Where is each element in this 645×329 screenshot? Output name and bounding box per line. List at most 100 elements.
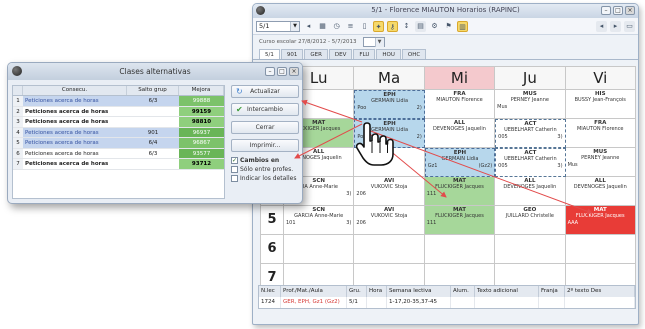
pin-icon[interactable]: ↕: [401, 21, 412, 32]
clock-icon[interactable]: ◷: [331, 21, 342, 32]
settings-icon[interactable]: ⚙: [429, 21, 440, 32]
table-row[interactable]: 4 Peticiones acerca de horas 901 96937: [13, 127, 224, 138]
lesson-cell[interactable]: [354, 235, 425, 264]
lesson-cell[interactable]: FRA MIAUTON Florence: [565, 119, 636, 148]
close-button[interactable]: ×: [289, 67, 299, 76]
lesson-cell[interactable]: AVI VUKOVIC Stoja 206: [354, 206, 425, 235]
swap-button[interactable]: ✔ Intercambio: [231, 103, 299, 116]
class-select[interactable]: 5/1 ▼: [256, 20, 300, 32]
lesson-cell[interactable]: EPH GERMAIN Lidia Poo 2): [354, 90, 425, 119]
key-icon[interactable]: ⚷: [387, 20, 398, 32]
grid-icon[interactable]: ▦: [317, 21, 328, 32]
table-row[interactable]: 2 Peticiones acerca de horas 99159: [13, 106, 224, 117]
detail-cell: 5/1: [347, 297, 367, 308]
tab-hou[interactable]: HOU: [376, 49, 401, 59]
lesson-cell[interactable]: ACT UEBELHART Catherin 005 3): [495, 148, 566, 177]
maximize-button[interactable]: □: [613, 6, 623, 15]
tab-5-1[interactable]: 5/1: [259, 49, 280, 59]
lesson-cell[interactable]: ALL DEVENOGES Jaquelin: [424, 119, 496, 148]
wand-icon[interactable]: ✦: [373, 20, 384, 32]
lesson-cell[interactable]: FRA MIAUTON Florence: [424, 90, 496, 119]
checkbox-unchecked[interactable]: [231, 175, 238, 182]
lesson-cell[interactable]: MAT FLUCKIGER Jacques 111: [424, 177, 496, 206]
lesson-cell[interactable]: MAT FLUCKIGER Jacques AAA: [565, 206, 636, 235]
minimize-button[interactable]: –: [265, 67, 275, 76]
tab-dev[interactable]: DEV: [328, 49, 353, 59]
detail-col-header[interactable]: 2º texto Des: [565, 286, 635, 297]
table-row[interactable]: 1724 GER, EPH, Gz1 (Gz2) 5/1 1-17,20-35,…: [259, 297, 635, 308]
lesson-cell[interactable]: MUS PERNEY Jeanne Mus: [565, 148, 636, 177]
checkbox-checked[interactable]: ✓: [231, 157, 238, 164]
day-header[interactable]: Ju: [495, 66, 566, 90]
detail-cell: [367, 297, 387, 308]
table-row[interactable]: 5 Peticiones acerca de horas 6/4 96867: [13, 138, 224, 149]
tab-flu[interactable]: FLU: [353, 49, 376, 59]
details-checkbox[interactable]: Indicar los detalles: [231, 175, 299, 182]
lesson-teacher: FLUCKIGER Jacques: [435, 184, 484, 191]
table-row[interactable]: 3 Peticiones acerca de horas 98810: [13, 117, 224, 128]
detail-col-header[interactable]: Semana lectiva: [387, 286, 451, 297]
lesson-cell[interactable]: GEO JUILLARD Christelle: [495, 206, 566, 235]
lesson-note: (Gz2): [478, 162, 493, 169]
classes-icon[interactable]: ▥: [457, 20, 468, 32]
print-button[interactable]: Imprimir...: [231, 139, 299, 152]
day-header-selected[interactable]: Mi: [424, 66, 496, 90]
refresh-button[interactable]: ↻ Actualizar: [231, 85, 299, 98]
tab-ger[interactable]: GER: [304, 49, 328, 59]
day-header[interactable]: Vi: [565, 66, 636, 90]
row-number: 5: [13, 138, 23, 148]
table-row[interactable]: 1 Peticiones acerca de horas 6/3 99888: [13, 96, 224, 107]
changes-checkbox[interactable]: ✓ Cambios en: [231, 157, 299, 164]
detail-col-header[interactable]: Alum.: [451, 286, 475, 297]
prev-icon[interactable]: ◂: [303, 21, 314, 32]
mejora-cell: 93577: [179, 148, 224, 158]
lesson-cell[interactable]: [284, 235, 355, 264]
maximize-button[interactable]: □: [277, 67, 287, 76]
detail-col-header[interactable]: Texto adicional: [475, 286, 539, 297]
detail-col-header[interactable]: Prof./Mat./Aula: [281, 286, 347, 297]
detail-col-header[interactable]: N.lec: [259, 286, 281, 297]
detail-col-header[interactable]: Hora: [367, 286, 387, 297]
lesson-cell[interactable]: [495, 235, 566, 264]
day-header[interactable]: Ma: [354, 66, 425, 90]
lesson-cell[interactable]: EPH GERMAIN Lidia Gz1 (Gz2): [424, 148, 496, 177]
salto-cell: [127, 159, 179, 169]
minimize-button[interactable]: –: [601, 6, 611, 15]
back-icon[interactable]: ◂: [596, 20, 607, 32]
tab-ohc[interactable]: OHC: [401, 49, 427, 59]
main-window-title: 5/1 - Florence MIAUTON Horarios (RAPINC): [371, 6, 520, 14]
close-dialog-button[interactable]: Cerrar: [231, 121, 299, 134]
detail-col-header[interactable]: Franja: [539, 286, 565, 297]
lesson-cell[interactable]: [565, 235, 636, 264]
table-row[interactable]: 7 Peticiones acerca de horas 93712: [13, 159, 224, 170]
close-button[interactable]: ×: [625, 6, 635, 15]
teachers-only-checkbox[interactable]: Sólo entre profes.: [231, 166, 299, 173]
lesson-teacher: DEVENOGES Jaquelin: [503, 184, 557, 191]
lesson-cell[interactable]: ALL DEVENOGES Jaquelin: [565, 177, 636, 206]
forward-icon[interactable]: ▸: [610, 20, 621, 32]
lesson-cell[interactable]: MAT FLUCKIGER Jacques 111: [424, 206, 496, 235]
flag-icon[interactable]: ⚑: [443, 21, 454, 32]
lesson-teacher: GARCIA Anne-Marie: [294, 213, 344, 220]
dialog-titlebar[interactable]: Clases alternativas – □ ×: [8, 63, 302, 80]
print-icon[interactable]: ▤: [415, 20, 426, 32]
col-header-mejora[interactable]: Mejora: [179, 86, 224, 95]
salto-cell: 6/3: [148, 150, 158, 157]
list-icon[interactable]: ≡: [345, 21, 356, 32]
lesson-cell[interactable]: HIS BUSSY Jean-François: [565, 90, 636, 119]
tab-901[interactable]: 901: [280, 49, 304, 59]
lesson-cell[interactable]: SCN GARCIA Anne-Marie 101 3): [284, 206, 355, 235]
col-header-salto[interactable]: Salto grup: [127, 86, 179, 95]
detail-col-header[interactable]: Gru.: [347, 286, 367, 297]
lesson-cell[interactable]: MUS PERNEY Jeanne Mus: [495, 90, 566, 119]
lock-icon[interactable]: ▯: [359, 21, 370, 32]
checkbox-unchecked[interactable]: [231, 166, 238, 173]
lesson-cell[interactable]: ACT UEBELHART Catherin 005 3): [495, 119, 566, 148]
window-icon[interactable]: ▭: [624, 20, 635, 32]
table-row[interactable]: 6 Peticiones acerca de horas 6/3 93577: [13, 148, 224, 159]
col-header-consecu[interactable]: Consecu.: [23, 86, 127, 95]
lesson-cell[interactable]: ALL DEVENOGES Jaquelin: [495, 177, 566, 206]
lesson-cell[interactable]: AVI VUKOVIC Stoja 206: [354, 177, 425, 206]
lesson-cell[interactable]: [424, 235, 496, 264]
view-select[interactable]: ▼: [362, 37, 385, 47]
